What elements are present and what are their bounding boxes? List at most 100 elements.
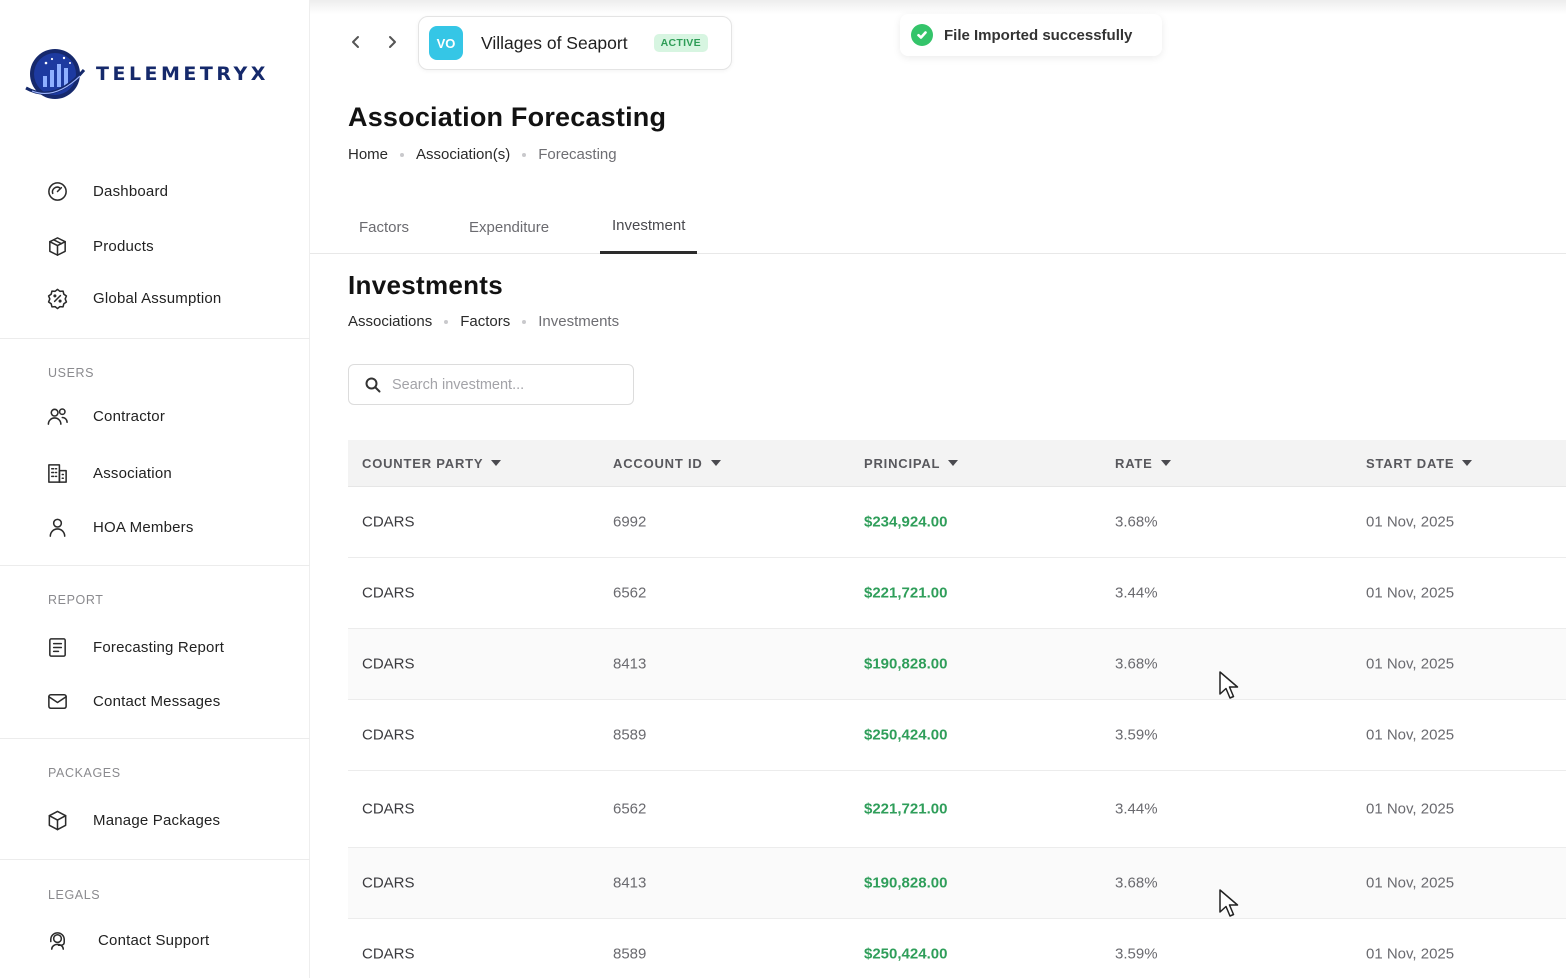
sidebar-item-association[interactable]: Association	[44, 458, 172, 488]
section-title: Investments	[348, 270, 504, 300]
page-title: Association Forecasting	[348, 102, 667, 132]
tab-bar: Factors Expenditure Investment	[310, 200, 1566, 254]
brand-name: TELEMETRYX	[96, 63, 269, 85]
column-header-rate[interactable]: RATE	[1115, 456, 1171, 471]
cell-account-id: 8589	[613, 945, 647, 963]
search-box[interactable]	[348, 364, 634, 405]
chevron-right-icon	[389, 36, 396, 48]
sidebar-item-label: HOA Members	[93, 518, 194, 536]
table-row[interactable]: CDARS 6562 $221,721.00 3.44% 01 Nov, 202…	[348, 558, 1566, 629]
breadcrumb-home[interactable]: Home	[348, 146, 388, 163]
column-header-label: RATE	[1115, 455, 1153, 471]
table-header: COUNTER PARTY ACCOUNT ID PRINCIPAL RATE …	[348, 440, 1566, 487]
gauge-icon	[44, 178, 70, 204]
sidebar-item-manage-packages[interactable]: Manage Packages	[44, 805, 220, 835]
cell-counter-party: CDARS	[362, 726, 415, 744]
back-button[interactable]	[344, 30, 368, 54]
cell-counter-party: CDARS	[362, 513, 415, 531]
investments-table: COUNTER PARTY ACCOUNT ID PRINCIPAL RATE …	[348, 440, 1566, 978]
section-label-packages: PACKAGES	[48, 766, 121, 780]
section-label-legals: LEGALS	[48, 888, 101, 902]
cell-counter-party: CDARS	[362, 655, 415, 673]
support-icon	[44, 927, 70, 953]
forward-button[interactable]	[380, 30, 404, 54]
cell-start-date: 01 Nov, 2025	[1366, 726, 1455, 744]
breadcrumb-separator	[444, 319, 449, 324]
sidebar-item-label: Contact Support	[98, 931, 210, 949]
table-row[interactable]: CDARS 8413 $190,828.00 3.68% 01 Nov, 202…	[348, 629, 1566, 700]
breadcrumb-separator	[522, 319, 527, 324]
cell-principal: $250,424.00	[864, 945, 948, 963]
check-circle-icon	[911, 24, 933, 46]
cell-start-date: 01 Nov, 2025	[1366, 874, 1455, 892]
box-icon	[44, 233, 70, 259]
caret-down-icon	[1160, 460, 1171, 466]
sidebar-item-hoa-members[interactable]: HOA Members	[44, 512, 194, 542]
association-avatar: VO	[429, 26, 463, 60]
sidebar-item-label: Dashboard	[93, 182, 169, 200]
cell-rate: 3.44%	[1115, 800, 1158, 818]
cell-account-id: 8413	[613, 655, 647, 673]
table-row[interactable]: CDARS 6562 $221,721.00 3.44% 01 Nov, 202…	[348, 771, 1566, 848]
sidebar-item-contact-messages[interactable]: Contact Messages	[44, 686, 220, 716]
sidebar-item-forecasting-report[interactable]: Forecasting Report	[44, 632, 224, 662]
breadcrumb-associations[interactable]: Associations	[348, 313, 432, 330]
sidebar-item-global-assumption[interactable]: Global Assumption	[44, 283, 221, 313]
cell-start-date: 01 Nov, 2025	[1366, 584, 1455, 602]
column-header-start-date[interactable]: START DATE	[1366, 456, 1473, 471]
cell-account-id: 6562	[613, 584, 647, 602]
sidebar-item-contractor[interactable]: Contractor	[44, 401, 165, 431]
column-header-counter-party[interactable]: COUNTER PARTY	[362, 455, 502, 471]
association-name: Villages of Seaport	[481, 32, 628, 53]
cell-counter-party: CDARS	[362, 945, 415, 963]
cell-rate: 3.68%	[1115, 874, 1158, 892]
brand[interactable]: TELEMETRYX	[24, 46, 269, 102]
breadcrumb-associations[interactable]: Association(s)	[416, 146, 510, 163]
user-icon	[44, 514, 70, 540]
cell-start-date: 01 Nov, 2025	[1366, 945, 1455, 963]
cell-principal: $234,924.00	[864, 513, 948, 531]
sidebar-divider	[0, 738, 310, 739]
tab-factors[interactable]: Factors	[359, 200, 409, 254]
breadcrumb: Home Association(s) Forecasting	[348, 146, 617, 163]
sidebar: TELEMETRYX Dashboard Products Global Ass…	[0, 0, 310, 978]
main-content: VO Villages of Seaport ACTIVE File Impor…	[310, 0, 1566, 978]
document-icon	[44, 634, 70, 660]
table-row[interactable]: CDARS 6992 $234,924.00 3.68% 01 Nov, 202…	[348, 487, 1566, 558]
status-badge: ACTIVE	[653, 34, 708, 52]
users-icon	[44, 403, 70, 429]
table-row[interactable]: CDARS 8589 $250,424.00 3.59% 01 Nov, 202…	[348, 700, 1566, 771]
sidebar-item-products[interactable]: Products	[44, 231, 154, 261]
cell-account-id: 6992	[613, 513, 647, 531]
tab-investment[interactable]: Investment	[600, 200, 698, 254]
top-shade	[310, 0, 1566, 14]
cell-counter-party: CDARS	[362, 874, 415, 892]
sidebar-item-label: Manage Packages	[93, 811, 221, 829]
sidebar-item-label: Products	[93, 237, 154, 255]
table-row[interactable]: CDARS 8589 $250,424.00 3.59% 01 Nov, 202…	[348, 919, 1566, 978]
search-input[interactable]	[392, 376, 622, 393]
column-header-label: COUNTER PARTY	[362, 455, 484, 471]
column-header-account-id[interactable]: ACCOUNT ID	[613, 456, 721, 471]
sidebar-item-contact-support[interactable]: Contact Support	[44, 925, 209, 955]
chevron-left-icon	[352, 36, 359, 48]
sidebar-item-dashboard[interactable]: Dashboard	[44, 176, 168, 206]
building-icon	[44, 460, 70, 486]
column-header-principal[interactable]: PRINCIPAL	[864, 456, 959, 471]
table-row[interactable]: CDARS 8413 $190,828.00 3.68% 01 Nov, 202…	[348, 848, 1566, 919]
breadcrumb-factors[interactable]: Factors	[460, 313, 510, 330]
cell-principal: $190,828.00	[864, 655, 948, 673]
cell-start-date: 01 Nov, 2025	[1366, 655, 1455, 673]
telemetryx-logo-icon	[25, 49, 86, 99]
section-label-report: REPORT	[48, 593, 104, 607]
breadcrumb-separator	[400, 152, 405, 157]
association-switcher[interactable]: VO Villages of Seaport ACTIVE	[418, 16, 732, 70]
sidebar-item-label: Contractor	[93, 407, 166, 425]
cell-rate: 3.44%	[1115, 584, 1158, 602]
cell-start-date: 01 Nov, 2025	[1366, 800, 1455, 818]
sidebar-divider	[0, 338, 310, 339]
percent-badge-icon	[44, 285, 70, 311]
cell-rate: 3.59%	[1115, 945, 1158, 963]
tab-expenditure[interactable]: Expenditure	[469, 200, 549, 254]
breadcrumb-investments: Investments	[538, 313, 620, 330]
